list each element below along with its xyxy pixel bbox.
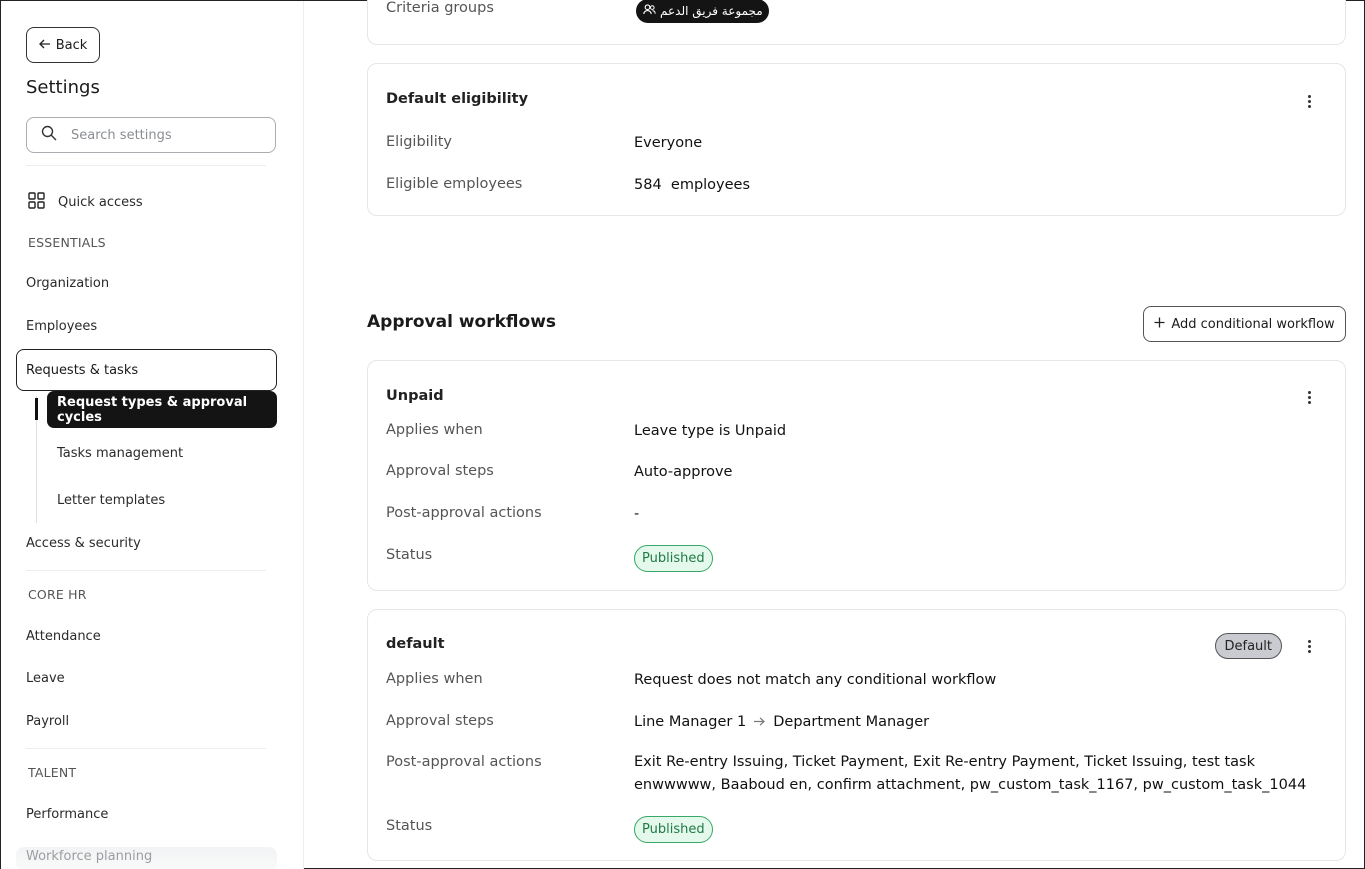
more-options-icon[interactable] [1301,389,1317,405]
post-approval-value: Exit Re-entry Issuing, Ticket Payment, E… [634,751,1306,797]
workflow-card-default: default Default Applies when Request doe… [367,609,1346,861]
sidebar-item-access-security[interactable]: Access & security [26,536,141,551]
more-options-icon[interactable] [1301,638,1317,654]
eligible-employees-value: 584 employees [634,177,751,193]
back-button[interactable]: Back [26,27,100,63]
status-label: Status [386,818,433,834]
sidebar-item-employees[interactable]: Employees [26,319,97,334]
arrow-left-icon [38,38,51,53]
applies-when-value: Leave type is Unpaid [634,423,787,439]
status-label: Status [386,547,433,563]
grid-icon [28,192,45,213]
sidebar-item-leave[interactable]: Leave [26,671,65,686]
criteria-card: Criteria groups مجموعة فريق الدعم [367,0,1346,45]
post-approval-line: enwwwww, Baaboud en, confirm attachment,… [634,777,1307,793]
sidebar-item-organization[interactable]: Organization [26,276,109,291]
eligibility-label: Eligibility [386,134,453,150]
section-label-core-hr: CORE HR [28,587,87,602]
sidebar-item-requests-tasks[interactable]: Requests & tasks [16,349,277,391]
group-chip[interactable]: مجموعة فريق الدعم [636,0,769,23]
quick-access-label: Quick access [58,195,143,210]
sidebar-subitem-letter-templates[interactable]: Letter templates [57,493,165,508]
approval-steps-value: Auto-approve [634,464,733,480]
sidebar-subitem-tasks-management[interactable]: Tasks management [57,446,183,461]
default-badge: Default [1214,633,1282,659]
quick-access-item[interactable]: Quick access [28,192,143,213]
card-title: Default eligibility [386,91,529,107]
approval-steps-value: Line Manager 1 Department Manager [634,711,929,734]
default-eligibility-card: Default eligibility Eligibility Everyone… [367,63,1346,216]
add-conditional-workflow-button[interactable]: Add conditional workflow [1143,306,1346,342]
page-title: Settings [26,77,100,98]
sidebar-item-performance[interactable]: Performance [26,807,108,822]
back-label: Back [55,37,88,53]
status-badge: Published [634,545,713,572]
applies-when-value: Request does not match any conditional w… [634,672,997,688]
section-label-talent: TALENT [28,765,77,780]
applies-when-label: Applies when [386,671,483,687]
more-options-icon[interactable] [1301,93,1317,109]
submenu-active-indicator [35,398,38,420]
approval-step: Department Manager [773,714,930,730]
search-icon [41,125,57,145]
section-label-essentials: ESSENTIALS [28,235,106,250]
sidebar-subitem-label: Request types & approval cycles [57,394,248,425]
approval-steps-label: Approval steps [386,463,494,479]
post-approval-label: Post-approval actions [386,505,542,521]
sidebar-item-label: Requests & tasks [26,362,139,378]
arrow-right-icon [754,711,766,734]
sidebar-item-payroll[interactable]: Payroll [26,714,69,729]
eligibility-value: Everyone [634,135,703,151]
applies-when-label: Applies when [386,422,483,438]
sidebar-subitem-request-types[interactable]: Request types & approval cycles [47,391,277,428]
search-field[interactable] [26,117,276,153]
search-input[interactable] [71,127,251,143]
approval-workflows-heading: Approval workflows [367,312,557,332]
workflow-title: default [386,636,445,652]
sidebar-item-workforce-planning[interactable]: Workforce planning [16,847,277,869]
approval-step: Line Manager 1 [634,714,747,730]
group-chip-label: مجموعة فريق الدعم [660,4,763,18]
settings-sidebar: Back Settings Quick access ESSENTIALS Or… [1,1,304,869]
post-approval-label: Post-approval actions [386,754,542,770]
criteria-groups-label: Criteria groups [386,0,494,16]
sidebar-item-attendance[interactable]: Attendance [26,629,101,644]
status-badge: Published [634,816,713,843]
add-button-label: Add conditional workflow [1171,316,1335,332]
users-icon [643,4,656,18]
divider [26,748,266,749]
approval-steps-label: Approval steps [386,713,494,729]
divider [26,570,266,571]
plus-icon [1154,317,1165,332]
eligible-employees-label: Eligible employees [386,176,523,192]
post-approval-value: - [634,506,640,522]
workflow-card-unpaid: Unpaid Applies when Leave type is Unpaid… [367,360,1346,591]
post-approval-line: Exit Re-entry Issuing, Ticket Payment, E… [634,754,1256,770]
workflow-title: Unpaid [386,388,444,404]
divider [26,165,266,166]
